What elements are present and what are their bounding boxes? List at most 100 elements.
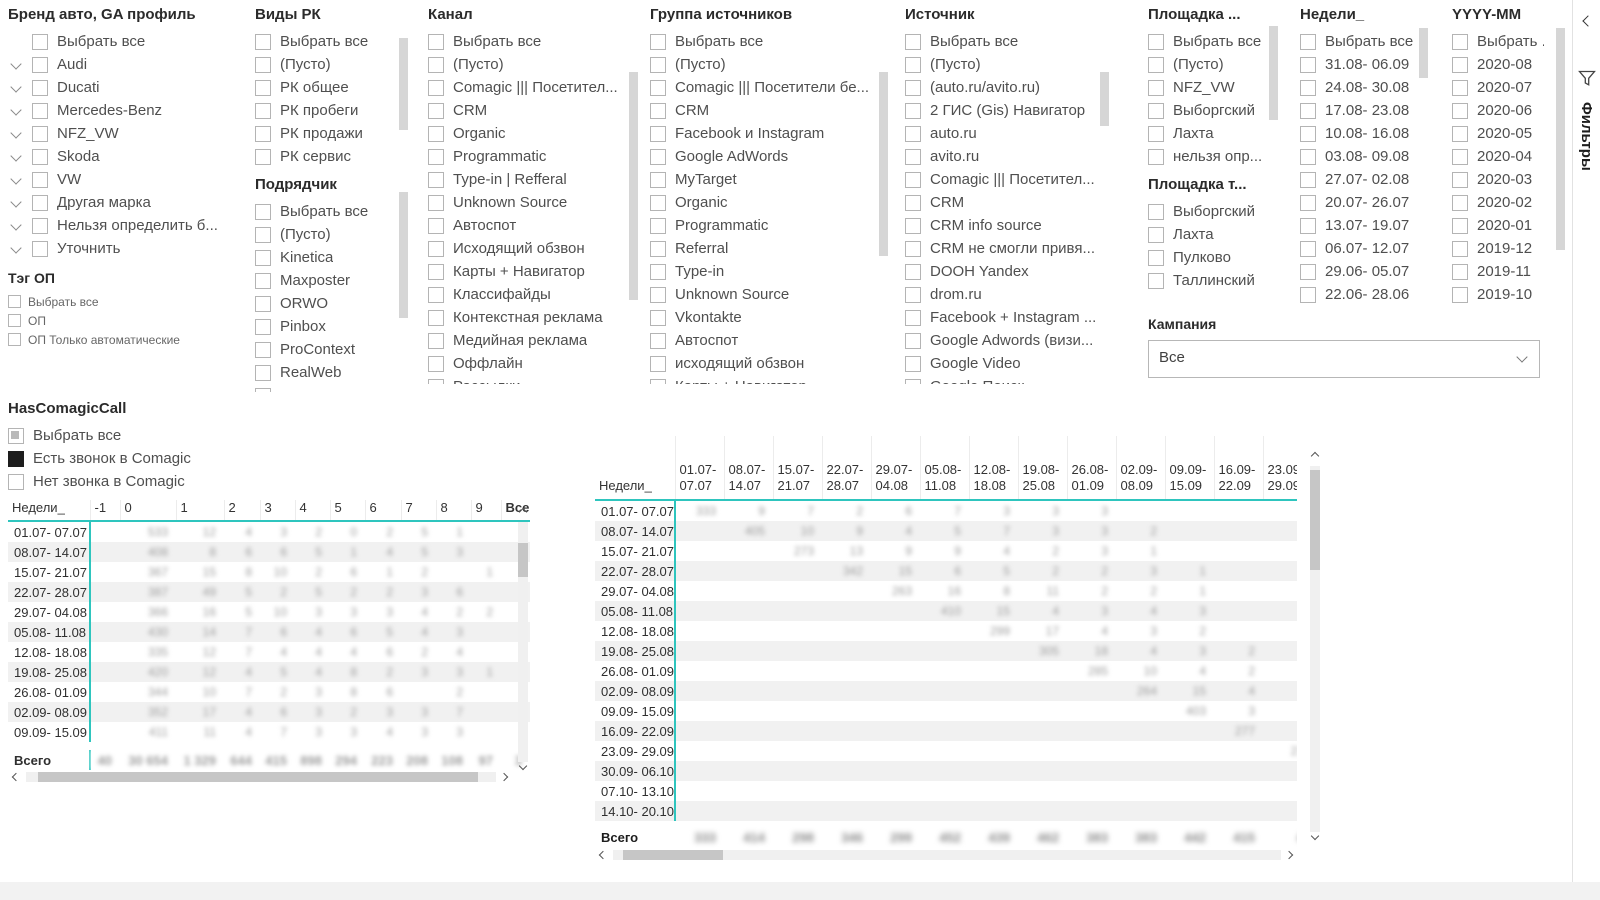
slicer-item[interactable]: VW (8, 168, 243, 191)
checkbox[interactable] (255, 319, 271, 335)
checkbox[interactable] (428, 310, 444, 326)
slicer-item[interactable]: Автоспот (428, 214, 626, 237)
checkbox[interactable] (428, 172, 444, 188)
checkbox[interactable] (32, 103, 48, 119)
checkbox[interactable] (1452, 287, 1468, 303)
collapse-pane-icon[interactable] (1581, 16, 1593, 28)
slicer-item[interactable]: Skoda (8, 145, 243, 168)
slicer-item[interactable]: ORWO (255, 292, 397, 315)
checkbox[interactable] (650, 149, 666, 165)
slicer-item[interactable]: 29.06- 05.07 (1300, 260, 1418, 283)
slicer-item[interactable]: Выбрать все (8, 424, 268, 447)
slicer-item[interactable]: РК пробеги (255, 99, 397, 122)
checkbox[interactable] (650, 241, 666, 257)
slicer-item[interactable]: 2020-08 (1452, 53, 1544, 76)
slicer-item[interactable]: CRM (428, 99, 626, 122)
checkbox[interactable] (428, 379, 444, 385)
checkbox[interactable] (32, 57, 48, 73)
checkbox[interactable] (32, 34, 48, 50)
checkbox[interactable] (1452, 149, 1468, 165)
checkbox[interactable] (905, 287, 921, 303)
slicer-item[interactable]: 2020-03 (1452, 168, 1544, 191)
checkbox[interactable] (1452, 80, 1468, 96)
scroll-up-icon[interactable] (1311, 452, 1320, 461)
checkbox[interactable] (650, 80, 666, 96)
slicer-item[interactable]: Таллинский (1148, 269, 1266, 292)
checkbox[interactable] (1452, 34, 1468, 50)
checkbox[interactable] (32, 172, 48, 188)
slicer-item[interactable]: 2020-01 (1452, 214, 1544, 237)
checkbox[interactable] (650, 195, 666, 211)
checkbox[interactable] (255, 126, 271, 142)
checkbox[interactable] (1452, 172, 1468, 188)
checkbox[interactable] (255, 250, 271, 266)
slicer-item[interactable]: CRM info source (905, 214, 1101, 237)
slicer-item[interactable]: Выбрать все (1148, 30, 1266, 53)
slicer-item[interactable] (255, 384, 397, 392)
checkbox[interactable] (1452, 264, 1468, 280)
slicer-item[interactable]: Выборгский (1148, 99, 1266, 122)
slicer-item[interactable]: РК сервис (255, 145, 397, 168)
slicer-item[interactable]: 2020-05 (1452, 122, 1544, 145)
checkbox[interactable] (1300, 195, 1316, 211)
slicer-item[interactable]: Другая марка (8, 191, 243, 214)
slicer-item[interactable]: Выборгский (1148, 200, 1266, 223)
slicer-item[interactable]: 2019-11 (1452, 260, 1544, 283)
slicer-item[interactable]: Выбрать все (905, 30, 1101, 53)
checkbox[interactable] (1148, 126, 1164, 142)
checkbox[interactable] (650, 172, 666, 188)
filter-funnel-icon[interactable] (1578, 70, 1596, 92)
checkbox[interactable] (650, 218, 666, 234)
checkbox[interactable] (1300, 80, 1316, 96)
checkbox[interactable] (1148, 227, 1164, 243)
checkbox[interactable] (428, 356, 444, 372)
checkbox[interactable] (1452, 241, 1468, 257)
scroll-down-icon[interactable] (519, 762, 528, 771)
checkbox[interactable] (428, 126, 444, 142)
checkbox[interactable] (650, 379, 666, 385)
slicer-item[interactable]: 2019-10 (1452, 283, 1544, 306)
slicer-item[interactable]: DOOH Yandex (905, 260, 1101, 283)
expand-chevron-icon[interactable] (8, 242, 24, 256)
slicer-item[interactable]: Нельзя определить б... (8, 214, 243, 237)
slicer-item[interactable]: Comagic ||| Посетител... (428, 76, 626, 99)
scroll-left-icon[interactable] (599, 851, 608, 860)
slicer-item[interactable]: 27.07- 02.08 (1300, 168, 1418, 191)
checkbox[interactable] (255, 34, 271, 50)
expand-chevron-icon[interactable] (8, 173, 24, 187)
slicer-item[interactable]: Unknown Source (428, 191, 626, 214)
slicer-item[interactable]: Comagic ||| Посетител... (905, 168, 1101, 191)
slicer-item[interactable]: NFZ_VW (1148, 76, 1266, 99)
chevron-down-icon[interactable] (1517, 353, 1527, 363)
scrollbar-track[interactable] (613, 850, 1281, 860)
slicer-item[interactable]: Выбрать ... (1452, 30, 1544, 53)
checkbox[interactable] (1300, 218, 1316, 234)
slicer-item[interactable]: Google Поиск (905, 375, 1101, 384)
checkbox[interactable] (255, 296, 271, 312)
slicer-item[interactable]: 06.07- 12.07 (1300, 237, 1418, 260)
checkbox[interactable] (255, 388, 271, 393)
slicer-item[interactable]: исходящий обзвон (650, 352, 876, 375)
checkbox[interactable] (1148, 250, 1164, 266)
slicer-item[interactable]: Google Video (905, 352, 1101, 375)
checkbox[interactable] (1452, 126, 1468, 142)
slicer-item[interactable]: drom.ru (905, 283, 1101, 306)
slicer-item[interactable]: Классифайды (428, 283, 626, 306)
slicer-item[interactable]: 03.08- 09.08 (1300, 145, 1418, 168)
checkbox[interactable] (1148, 34, 1164, 50)
checkbox[interactable] (1300, 103, 1316, 119)
scrollbar-thumb[interactable] (399, 192, 408, 318)
slicer-item[interactable]: 24.08- 30.08 (1300, 76, 1418, 99)
checkbox[interactable] (1148, 273, 1164, 289)
scrollbar-thumb[interactable] (879, 72, 888, 256)
slicer-item[interactable]: Maxposter (255, 269, 397, 292)
checkbox[interactable] (8, 314, 21, 327)
slicer-item[interactable]: Audi (8, 53, 243, 76)
scrollbar-thumb[interactable] (1556, 28, 1565, 250)
slicer-item[interactable]: 17.08- 23.08 (1300, 99, 1418, 122)
slicer-item[interactable]: auto.ru (905, 122, 1101, 145)
checkbox[interactable] (255, 57, 271, 73)
checkbox[interactable] (32, 241, 48, 257)
checkbox[interactable] (905, 57, 921, 73)
checkbox[interactable] (32, 218, 48, 234)
